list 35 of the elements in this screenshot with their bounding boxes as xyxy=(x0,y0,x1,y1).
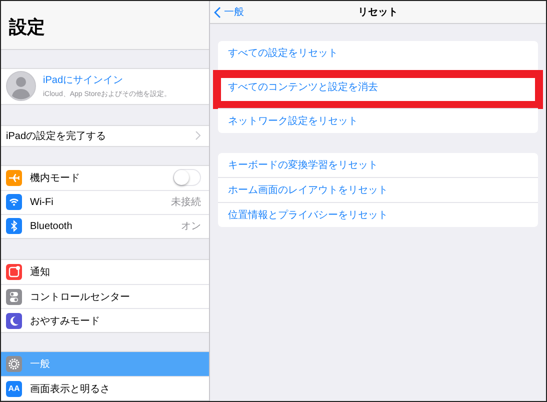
sidebar-label: 画面表示と明るさ xyxy=(30,382,111,396)
sidebar-item[interactable]: コントロールセンター xyxy=(1,284,209,308)
sidebar-label: Bluetooth xyxy=(30,220,74,232)
sidebar-item[interactable]: おやすみモード xyxy=(1,308,209,332)
back-button[interactable]: 一般 xyxy=(214,5,244,19)
sidebar-item[interactable]: 機内モード xyxy=(1,166,209,190)
status-value: オン xyxy=(181,220,201,234)
sidebar-label: Wi-Fi xyxy=(30,196,54,208)
sidebar-label: 一般 xyxy=(30,358,51,372)
setup-row[interactable]: iPadの設定を完了する xyxy=(1,124,209,148)
settings-title: 設定 xyxy=(9,16,45,40)
page-title: リセット xyxy=(358,6,398,19)
text-size-icon: AA xyxy=(6,380,22,397)
reset-option-link[interactable]: すべての設定をリセット xyxy=(228,46,338,60)
reset-option-link[interactable]: 位置情報とプライバシーをリセット xyxy=(228,208,388,222)
sidebar-label: おやすみモード xyxy=(30,314,101,328)
sidebar-label: 機内モード xyxy=(30,172,81,185)
reset-option-link[interactable]: ホーム画面のレイアウトをリセット xyxy=(228,183,388,197)
sidebar-item[interactable]: Bluetooth オン xyxy=(1,214,209,238)
setup-label: iPadの設定を完了する xyxy=(6,130,108,143)
sidebar-label: 通知 xyxy=(30,266,51,280)
reset-option-link[interactable]: すべてのコンテンツと設定を消去 xyxy=(228,80,378,94)
sidebar-item[interactable]: 通知 xyxy=(1,260,209,284)
chevron-icon xyxy=(195,131,201,140)
sign-in-label: iPadにサインイン xyxy=(43,74,124,88)
sidebar-label: コントロールセンター xyxy=(30,290,131,304)
sidebar-item[interactable]: AA 画面表示と明るさ xyxy=(1,376,209,400)
chevron-icon xyxy=(214,6,221,18)
avatar-silhouette-icon xyxy=(6,71,36,102)
sidebar-item[interactable]: 一般 xyxy=(1,352,209,376)
reset-option-link[interactable]: キーボードの変換学習をリセット xyxy=(228,158,378,172)
airplane-mode-toggle[interactable] xyxy=(173,169,201,186)
status-value: 未接続 xyxy=(171,196,201,210)
sidebar-item[interactable]: Wi-Fi 未接続 xyxy=(1,190,209,214)
reset-option-link[interactable]: ネットワーク設定をリセット xyxy=(228,114,358,128)
